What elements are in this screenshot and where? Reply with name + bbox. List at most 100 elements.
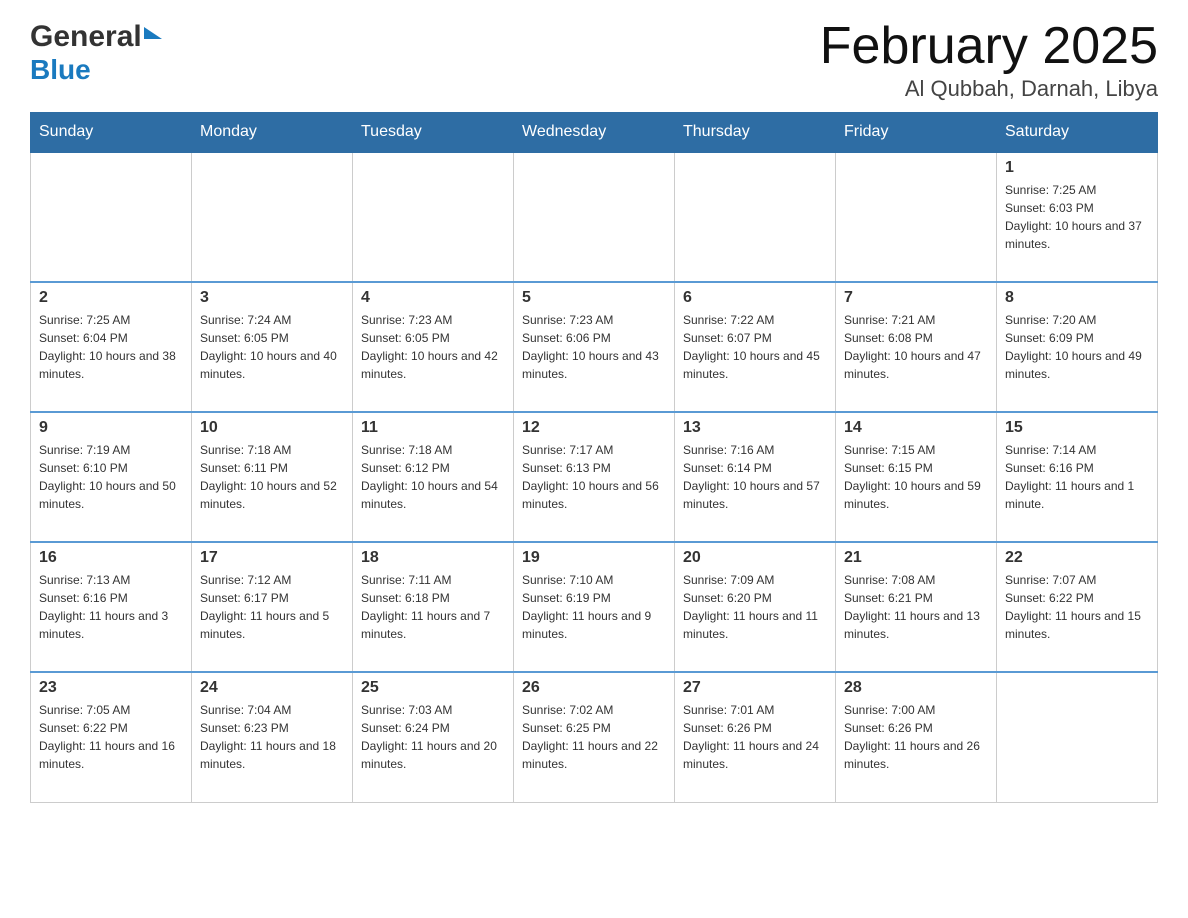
calendar-cell: 21 Sunrise: 7:08 AM Sunset: 6:21 PM Dayli… [836, 542, 997, 672]
calendar-cell [836, 152, 997, 282]
calendar-cell: 2Sunrise: 7:25 AM Sunset: 6:04 PM Daylig… [31, 282, 192, 412]
day-info: Sunrise: 7:20 AM Sunset: 6:09 PM Dayligh… [1005, 311, 1149, 383]
calendar-cell: 3 Sunrise: 7:24 AM Sunset: 6:05 PM Daylig… [192, 282, 353, 412]
calendar-cell: 13 Sunrise: 7:16 AM Sunset: 6:14 PM Dayli… [675, 412, 836, 542]
day-number: 10 [200, 419, 344, 437]
day-number: 14 [844, 419, 988, 437]
calendar-cell: 16 Sunrise: 7:13 AM Sunset: 6:16 PM Dayli… [31, 542, 192, 672]
day-of-week-header: Wednesday [514, 113, 675, 153]
calendar-cell: 8 Sunrise: 7:20 AM Sunset: 6:09 PM Daylig… [997, 282, 1158, 412]
day-info: Sunrise: 7:09 AM Sunset: 6:20 PM Dayligh… [683, 571, 827, 643]
day-info: Sunrise: 7:12 AM Sunset: 6:17 PM Dayligh… [200, 571, 344, 643]
day-number: 11 [361, 419, 505, 437]
calendar-cell: 23 Sunrise: 7:05 AM Sunset: 6:22 PM Dayli… [31, 672, 192, 802]
location-title: Al Qubbah, Darnah, Libya [820, 76, 1158, 102]
day-info: Sunrise: 7:05 AM Sunset: 6:22 PM Dayligh… [39, 701, 183, 773]
calendar-cell: 1 Sunrise: 7:25 AM Sunset: 6:03 PM Daylig… [997, 152, 1158, 282]
day-number: 2 [39, 289, 183, 307]
day-info: Sunrise: 7:21 AM Sunset: 6:08 PM Dayligh… [844, 311, 988, 383]
calendar-cell [353, 152, 514, 282]
calendar-header-row: SundayMondayTuesdayWednesdayThursdayFrid… [31, 113, 1158, 153]
day-info: Sunrise: 7:23 AM Sunset: 6:06 PM Dayligh… [522, 311, 666, 383]
day-of-week-header: Saturday [997, 113, 1158, 153]
calendar-cell [997, 672, 1158, 802]
day-number: 9 [39, 419, 183, 437]
day-of-week-header: Thursday [675, 113, 836, 153]
calendar-cell: 20Sunrise: 7:09 AM Sunset: 6:20 PM Dayli… [675, 542, 836, 672]
calendar-cell: 25 Sunrise: 7:03 AM Sunset: 6:24 PM Dayli… [353, 672, 514, 802]
day-info: Sunrise: 7:16 AM Sunset: 6:14 PM Dayligh… [683, 441, 827, 513]
calendar-cell [675, 152, 836, 282]
day-info: Sunrise: 7:25 AM Sunset: 6:03 PM Dayligh… [1005, 181, 1149, 253]
title-section: February 2025 Al Qubbah, Darnah, Libya [820, 20, 1158, 102]
calendar-cell: 6Sunrise: 7:22 AM Sunset: 6:07 PM Daylig… [675, 282, 836, 412]
day-info: Sunrise: 7:24 AM Sunset: 6:05 PM Dayligh… [200, 311, 344, 383]
calendar-week-row: 2Sunrise: 7:25 AM Sunset: 6:04 PM Daylig… [31, 282, 1158, 412]
day-info: Sunrise: 7:15 AM Sunset: 6:15 PM Dayligh… [844, 441, 988, 513]
calendar-cell: 12Sunrise: 7:17 AM Sunset: 6:13 PM Dayli… [514, 412, 675, 542]
calendar-cell: 4Sunrise: 7:23 AM Sunset: 6:05 PM Daylig… [353, 282, 514, 412]
day-number: 1 [1005, 159, 1149, 177]
day-info: Sunrise: 7:14 AM Sunset: 6:16 PM Dayligh… [1005, 441, 1149, 513]
day-info: Sunrise: 7:00 AM Sunset: 6:26 PM Dayligh… [844, 701, 988, 773]
day-of-week-header: Sunday [31, 113, 192, 153]
calendar-cell: 9 Sunrise: 7:19 AM Sunset: 6:10 PM Daylig… [31, 412, 192, 542]
day-number: 25 [361, 679, 505, 697]
day-number: 4 [361, 289, 505, 307]
logo-blue-text: Blue [30, 54, 91, 86]
calendar-cell: 26 Sunrise: 7:02 AM Sunset: 6:25 PM Dayli… [514, 672, 675, 802]
calendar-week-row: 23 Sunrise: 7:05 AM Sunset: 6:22 PM Dayli… [31, 672, 1158, 802]
day-number: 18 [361, 549, 505, 567]
day-info: Sunrise: 7:02 AM Sunset: 6:25 PM Dayligh… [522, 701, 666, 773]
calendar-cell [192, 152, 353, 282]
day-info: Sunrise: 7:03 AM Sunset: 6:24 PM Dayligh… [361, 701, 505, 773]
day-number: 15 [1005, 419, 1149, 437]
day-of-week-header: Tuesday [353, 113, 514, 153]
day-info: Sunrise: 7:04 AM Sunset: 6:23 PM Dayligh… [200, 701, 344, 773]
day-number: 13 [683, 419, 827, 437]
day-info: Sunrise: 7:13 AM Sunset: 6:16 PM Dayligh… [39, 571, 183, 643]
day-info: Sunrise: 7:01 AM Sunset: 6:26 PM Dayligh… [683, 701, 827, 773]
logo: General Blue [30, 20, 162, 86]
calendar-cell [31, 152, 192, 282]
day-info: Sunrise: 7:19 AM Sunset: 6:10 PM Dayligh… [39, 441, 183, 513]
day-info: Sunrise: 7:22 AM Sunset: 6:07 PM Dayligh… [683, 311, 827, 383]
day-number: 16 [39, 549, 183, 567]
day-number: 23 [39, 679, 183, 697]
day-number: 8 [1005, 289, 1149, 307]
logo-arrow-icon [144, 27, 162, 39]
calendar-cell: 28 Sunrise: 7:00 AM Sunset: 6:26 PM Dayli… [836, 672, 997, 802]
day-number: 26 [522, 679, 666, 697]
calendar-cell: 15 Sunrise: 7:14 AM Sunset: 6:16 PM Dayli… [997, 412, 1158, 542]
day-info: Sunrise: 7:18 AM Sunset: 6:11 PM Dayligh… [200, 441, 344, 513]
calendar-cell: 14 Sunrise: 7:15 AM Sunset: 6:15 PM Dayli… [836, 412, 997, 542]
day-number: 7 [844, 289, 988, 307]
day-number: 17 [200, 549, 344, 567]
calendar-cell [514, 152, 675, 282]
day-number: 22 [1005, 549, 1149, 567]
calendar-cell: 5Sunrise: 7:23 AM Sunset: 6:06 PM Daylig… [514, 282, 675, 412]
day-info: Sunrise: 7:18 AM Sunset: 6:12 PM Dayligh… [361, 441, 505, 513]
day-info: Sunrise: 7:07 AM Sunset: 6:22 PM Dayligh… [1005, 571, 1149, 643]
calendar-week-row: 1 Sunrise: 7:25 AM Sunset: 6:03 PM Daylig… [31, 152, 1158, 282]
calendar-week-row: 9 Sunrise: 7:19 AM Sunset: 6:10 PM Daylig… [31, 412, 1158, 542]
day-info: Sunrise: 7:11 AM Sunset: 6:18 PM Dayligh… [361, 571, 505, 643]
calendar-week-row: 16 Sunrise: 7:13 AM Sunset: 6:16 PM Dayli… [31, 542, 1158, 672]
logo-general-text: General [30, 20, 142, 54]
day-info: Sunrise: 7:10 AM Sunset: 6:19 PM Dayligh… [522, 571, 666, 643]
calendar-table: SundayMondayTuesdayWednesdayThursdayFrid… [30, 112, 1158, 803]
day-info: Sunrise: 7:08 AM Sunset: 6:21 PM Dayligh… [844, 571, 988, 643]
calendar-cell: 11 Sunrise: 7:18 AM Sunset: 6:12 PM Dayli… [353, 412, 514, 542]
calendar-cell: 10 Sunrise: 7:18 AM Sunset: 6:11 PM Dayli… [192, 412, 353, 542]
calendar-cell: 24Sunrise: 7:04 AM Sunset: 6:23 PM Dayli… [192, 672, 353, 802]
page-header: General Blue February 2025 Al Qubbah, Da… [30, 20, 1158, 102]
calendar-cell: 27 Sunrise: 7:01 AM Sunset: 6:26 PM Dayli… [675, 672, 836, 802]
calendar-cell: 19Sunrise: 7:10 AM Sunset: 6:19 PM Dayli… [514, 542, 675, 672]
day-number: 27 [683, 679, 827, 697]
day-number: 21 [844, 549, 988, 567]
day-number: 12 [522, 419, 666, 437]
day-number: 28 [844, 679, 988, 697]
calendar-cell: 17 Sunrise: 7:12 AM Sunset: 6:17 PM Dayli… [192, 542, 353, 672]
day-number: 3 [200, 289, 344, 307]
day-of-week-header: Monday [192, 113, 353, 153]
